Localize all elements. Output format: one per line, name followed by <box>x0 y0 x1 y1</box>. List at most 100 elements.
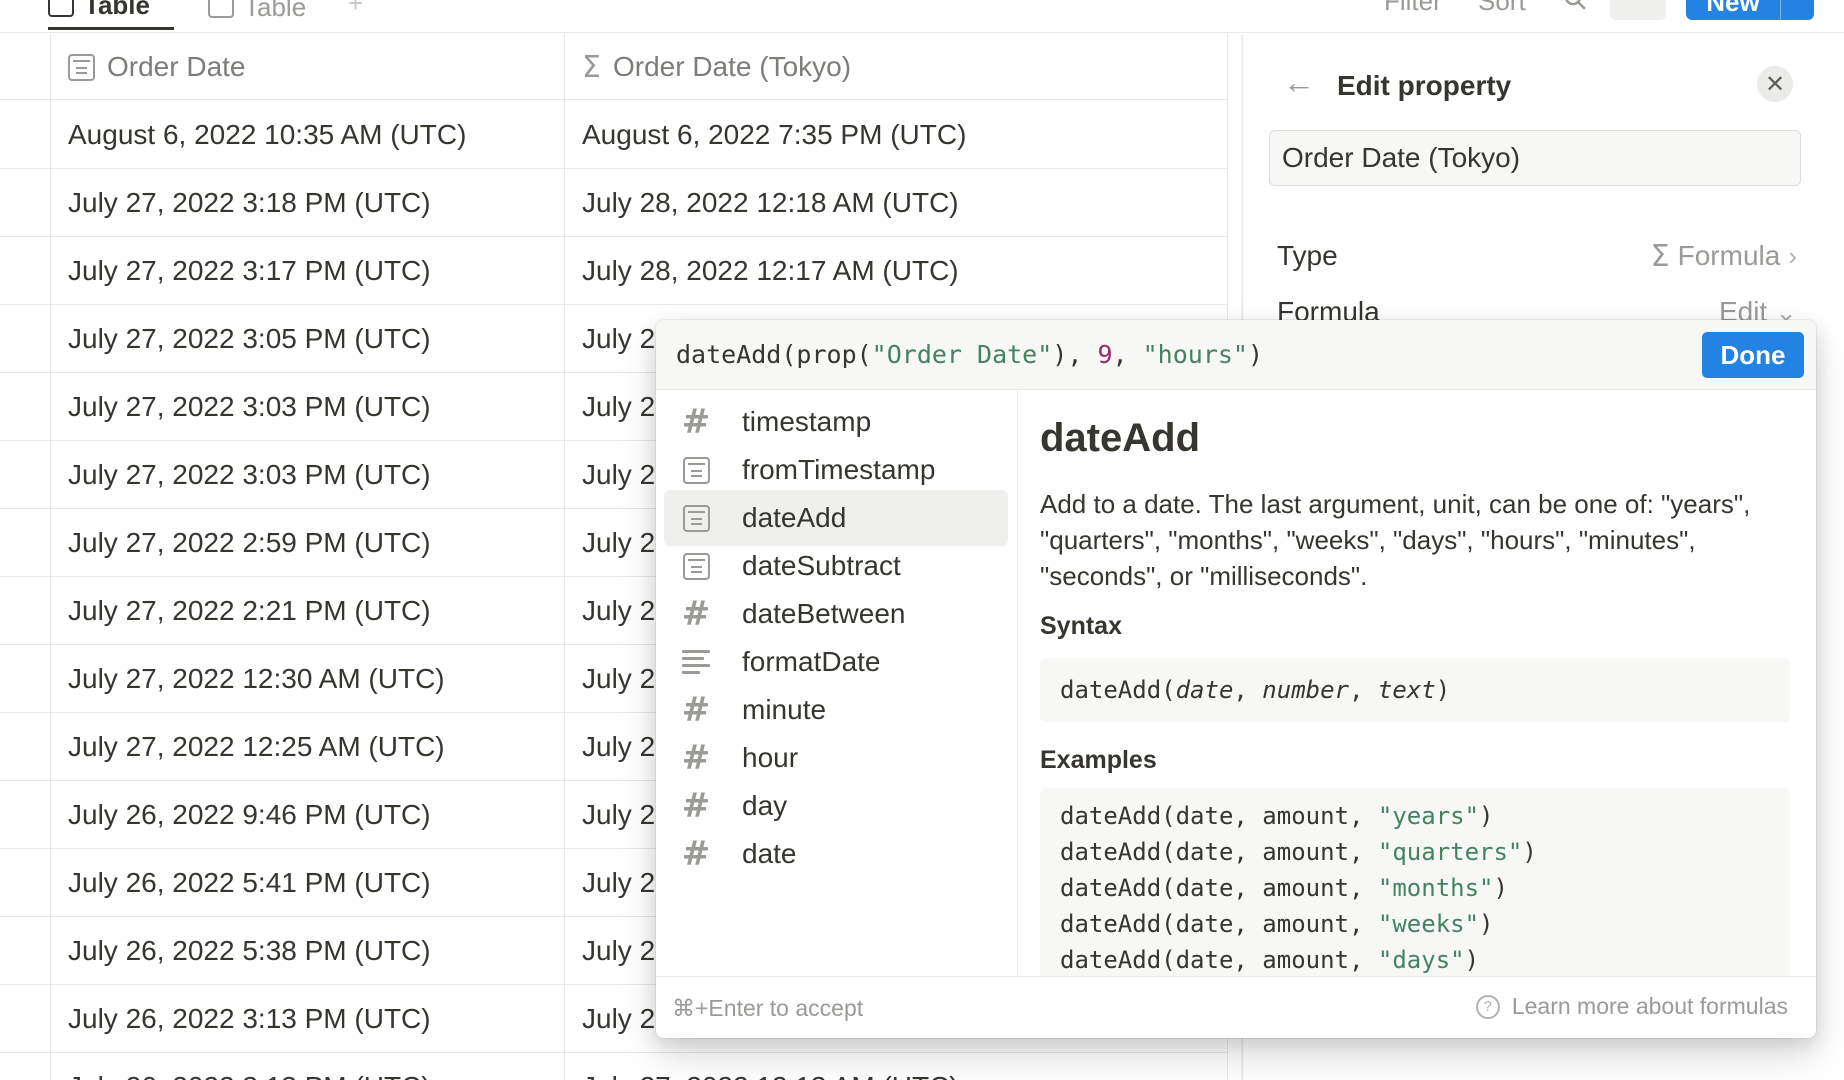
order-date-cell[interactable]: July 26, 2022 5:38 PM (UTC) <box>68 917 558 985</box>
syntax-heading: Syntax <box>1040 612 1122 640</box>
example-string: "months" <box>1377 874 1494 902</box>
order-date-cell[interactable]: July 27, 2022 3:18 PM (UTC) <box>68 169 558 237</box>
syntax-token: , <box>1233 676 1263 704</box>
popup-footer: ⌘+Enter to accept ? Learn more about for… <box>656 976 1816 1038</box>
close-icon[interactable]: ✕ <box>1757 66 1793 102</box>
order-date-cell[interactable]: July 27, 2022 3:05 PM (UTC) <box>68 305 558 373</box>
column-header-order-date[interactable]: Order Date <box>68 34 246 100</box>
syntax-arg: number <box>1262 676 1349 704</box>
tab-table-active[interactable]: Table <box>48 0 174 30</box>
example-code: dateAdd(date, amount, <box>1060 802 1378 830</box>
example-string: "days" <box>1377 946 1465 974</box>
order-date-cell[interactable]: July 26, 2022 3:13 PM (UTC) <box>68 1053 558 1080</box>
column-header-order-date-tokyo[interactable]: Σ Order Date (Tokyo) <box>582 34 851 100</box>
function-label: formatDate <box>742 646 881 677</box>
order-date-cell[interactable]: July 26, 2022 5:41 PM (UTC) <box>68 849 558 917</box>
accept-hint: ⌘+Enter to accept <box>672 995 864 1021</box>
hash-icon: # <box>681 786 711 826</box>
done-button[interactable]: Done <box>1702 332 1804 378</box>
order-date-cell[interactable]: July 27, 2022 3:03 PM (UTC) <box>68 373 558 441</box>
type-row[interactable]: Type Σ Formula › <box>1277 234 1797 278</box>
example-line: dateAdd(date, amount, "quarters") <box>1060 834 1790 870</box>
learn-more-link[interactable]: ? Learn more about formulas <box>1475 993 1788 1020</box>
syntax-arg: date <box>1175 676 1234 704</box>
function-label: timestamp <box>742 406 872 437</box>
order-date-tokyo-cell[interactable]: July 28, 2022 12:18 AM (UTC) <box>582 169 1222 237</box>
order-date-cell[interactable]: July 27, 2022 2:59 PM (UTC) <box>68 509 558 577</box>
formula-string-token: "hours" <box>1142 340 1248 369</box>
table-row[interactable]: July 27, 2022 3:17 PM (UTC) July 28, 2022… <box>0 237 1228 305</box>
formula-expression[interactable]: dateAdd(prop("Order Date"), 9, "hours") <box>676 340 1263 369</box>
order-date-cell[interactable]: July 26, 2022 3:13 PM (UTC) <box>68 985 558 1053</box>
order-date-cell[interactable]: August 6, 2022 10:35 AM (UTC) <box>68 101 558 169</box>
example-line: dateAdd(date, amount, "years") <box>1060 798 1790 834</box>
example-code: dateAdd(date, amount, <box>1060 838 1378 866</box>
add-view-button[interactable]: + <box>348 0 363 19</box>
arrow-left-icon[interactable]: ← <box>1283 64 1315 101</box>
formula-token: ) <box>1247 340 1264 369</box>
syntax-token: , <box>1349 676 1378 704</box>
property-name-input[interactable]: Order Date (Tokyo) <box>1269 130 1801 186</box>
panel-title: Edit property <box>1337 70 1512 101</box>
syntax-code: dateAdd(date, number, text) <box>1040 658 1790 722</box>
sigma-icon: Σ <box>582 49 601 85</box>
example-line: dateAdd(date, amount, "days") <box>1060 942 1790 976</box>
more-options-button[interactable] <box>1610 0 1666 20</box>
table-row[interactable]: July 26, 2022 3:13 PM (UTC) July 27, 2022… <box>0 1053 1228 1080</box>
syntax-arg: text <box>1377 676 1436 704</box>
table-row[interactable]: July 27, 2022 3:18 PM (UTC) July 28, 2022… <box>0 169 1228 237</box>
examples-code: dateAdd(date, amount, "years") dateAdd(da… <box>1040 788 1790 976</box>
formula-editor-popup: dateAdd(prop("Order Date"), 9, "hours") … <box>656 320 1816 1038</box>
new-button-label: New <box>1706 0 1760 17</box>
order-date-cell[interactable]: July 27, 2022 12:25 AM (UTC) <box>68 713 558 781</box>
order-date-cell[interactable]: July 27, 2022 3:17 PM (UTC) <box>68 237 558 305</box>
search-icon[interactable] <box>1562 0 1588 19</box>
function-label: hour <box>742 742 799 773</box>
formula-input[interactable]: dateAdd(prop("Order Date"), 9, "hours") … <box>656 320 1816 390</box>
function-item-date[interactable]: # date <box>664 826 1008 882</box>
function-label: dateSubtract <box>742 550 901 581</box>
type-value-label: Formula <box>1677 240 1781 271</box>
tab-label: Table <box>84 0 150 20</box>
new-button[interactable]: New <box>1686 0 1814 20</box>
function-label: dateBetween <box>742 598 906 629</box>
formula-token: , <box>1112 340 1143 369</box>
example-line: dateAdd(date, amount, "months") <box>1060 870 1790 906</box>
example-code: dateAdd(date, amount, <box>1060 874 1378 902</box>
tab-label: Table <box>244 0 307 22</box>
function-label: dateAdd <box>742 502 847 533</box>
sigma-icon: Σ <box>1650 238 1670 274</box>
examples-heading: Examples <box>1040 746 1157 774</box>
table-icon <box>48 0 74 17</box>
hash-icon: # <box>681 402 711 442</box>
order-date-cell[interactable]: July 27, 2022 12:30 AM (UTC) <box>68 645 558 713</box>
order-date-tokyo-cell[interactable]: July 28, 2022 12:17 AM (UTC) <box>582 237 1222 305</box>
example-code: dateAdd(date, amount, <box>1060 946 1378 974</box>
filter-button[interactable]: Filter <box>1384 0 1442 17</box>
table-header: Order Date Σ Order Date (Tokyo) <box>0 34 1228 100</box>
syntax-token: ) <box>1435 676 1451 704</box>
hash-icon: # <box>681 738 711 778</box>
example-string: "weeks" <box>1377 910 1480 938</box>
order-date-cell[interactable]: July 27, 2022 2:21 PM (UTC) <box>68 577 558 645</box>
order-date-cell[interactable]: July 26, 2022 9:46 PM (UTC) <box>68 781 558 849</box>
function-label: minute <box>742 694 827 725</box>
syntax-token: dateAdd( <box>1060 676 1176 704</box>
order-date-cell[interactable]: July 27, 2022 3:03 PM (UTC) <box>68 441 558 509</box>
learn-more-label: Learn more about formulas <box>1511 993 1788 1019</box>
function-label: day <box>742 790 788 821</box>
function-documentation: dateAdd Add to a date. The last argument… <box>1040 390 1800 976</box>
calendar-icon <box>68 53 95 81</box>
order-date-tokyo-cell[interactable]: August 6, 2022 7:35 PM (UTC) <box>582 101 1222 169</box>
example-close: ) <box>1522 838 1537 866</box>
tab-table[interactable]: Table <box>208 0 306 30</box>
sort-button[interactable]: Sort <box>1478 0 1526 17</box>
function-label: fromTimestamp <box>742 454 936 485</box>
table-icon <box>208 0 234 18</box>
formula-string-token: "Order Date" <box>871 340 1053 369</box>
order-date-tokyo-cell[interactable]: July 27, 2022 12:13 AM (UTC) <box>582 1053 1222 1080</box>
new-dropdown-toggle[interactable] <box>1780 0 1814 20</box>
type-label: Type <box>1277 240 1338 271</box>
chevron-right-icon: › <box>1788 240 1797 271</box>
table-row[interactable]: August 6, 2022 10:35 AM (UTC) August 6, 2… <box>0 101 1228 169</box>
